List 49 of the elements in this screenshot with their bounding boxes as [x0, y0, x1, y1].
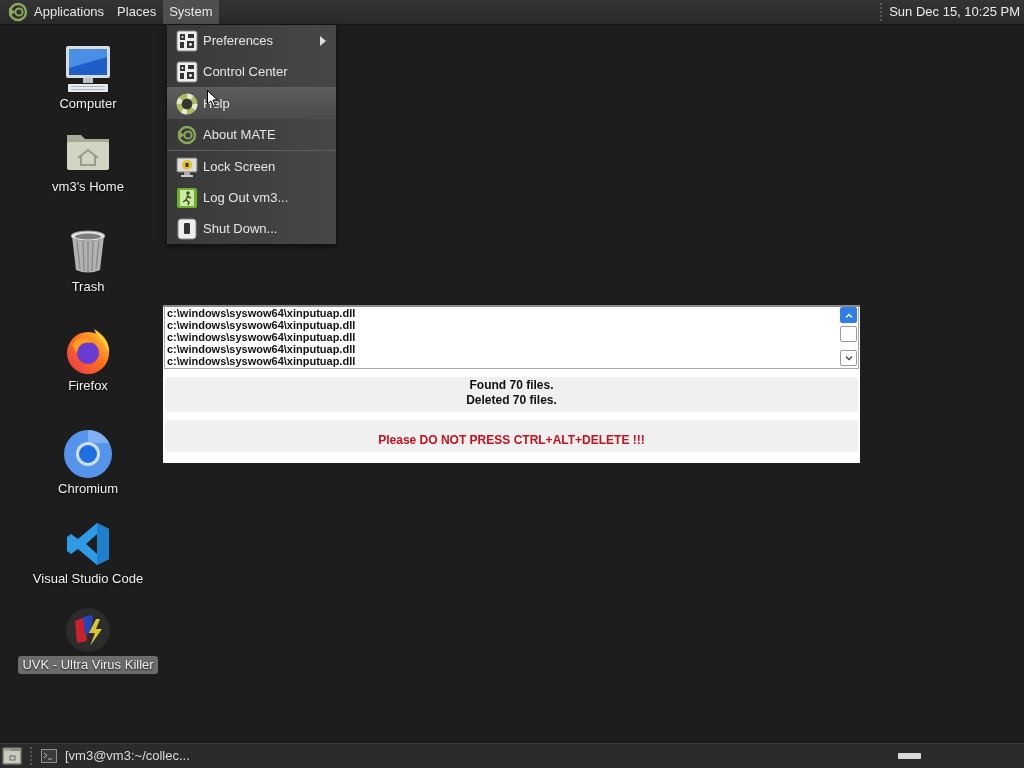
ribbon-logo-icon[interactable]: [66, 522, 110, 566]
menu-item[interactable]: Preferences: [167, 25, 336, 56]
home-folder-icon[interactable]: [66, 132, 110, 172]
logo-icon: [176, 123, 198, 146]
terminal-window-icon: [41, 749, 57, 763]
desktop-icon-label[interactable]: UVK - Ultra Virus Killer: [18, 656, 158, 674]
scroll-up-button[interactable]: [840, 307, 857, 323]
panel-menu-button[interactable]: Places: [111, 0, 164, 24]
ring-disc-icon[interactable]: [63, 429, 113, 479]
clock-text: Sun Dec 15, 10:25 PM: [889, 3, 1021, 21]
lifebuoy-icon: [176, 92, 198, 115]
menu-item[interactable]: Lock Screen: [167, 151, 336, 182]
file-path-text: c:\windows\syswow64\xinputuap.dll: [167, 331, 357, 343]
status-text: Deleted 70 files.: [465, 393, 558, 408]
colored-disc-icon[interactable]: [65, 607, 111, 653]
panel-menu-button[interactable]: Applications: [28, 0, 112, 24]
monitor-padlock-icon: [176, 155, 198, 178]
chevron-up-icon: [844, 312, 853, 318]
desktop-icon-label[interactable]: Trash: [67, 278, 109, 296]
taskbar-window-button[interactable]: [vm3@vm3:~/collec...: [39, 744, 192, 768]
file-path-text: c:\windows\syswow64\xinputuap.dll: [167, 319, 357, 331]
monitor-icon[interactable]: [63, 44, 113, 94]
panel-menu-button[interactable]: System: [163, 0, 220, 24]
file-path-text: c:\windows\syswow64\xinputuap.dll: [167, 307, 357, 319]
desktop-icon-label[interactable]: Firefox: [64, 377, 112, 395]
trash-can-icon[interactable]: [68, 229, 108, 275]
menu-item[interactable]: Shut Down...: [167, 213, 336, 244]
menu-item[interactable]: About MATE: [167, 119, 336, 150]
desktop-icon-label[interactable]: vm3's Home: [48, 178, 128, 196]
menu-item[interactable]: Control Center: [167, 56, 336, 87]
file-path-text: c:\windows\syswow64\xinputuap.dll: [167, 355, 357, 367]
settings-panel-icon: [176, 60, 198, 83]
desktop-icon-label[interactable]: Visual Studio Code: [28, 570, 148, 588]
workspace-switcher[interactable]: [898, 753, 921, 759]
flame-globe-icon[interactable]: [64, 327, 112, 375]
settings-panel-icon: [176, 29, 198, 52]
scrollbar-thumb[interactable]: [840, 326, 857, 342]
chevron-down-icon: [844, 355, 853, 361]
file-path-text: c:\windows\syswow64\xinputuap.dll: [167, 343, 357, 355]
scroll-down-button[interactable]: [840, 350, 857, 366]
menu-item[interactable]: Log Out vm3...: [167, 182, 336, 213]
warning-text: Please DO NOT PRESS CTRL+ALT+DELETE !!!: [377, 432, 646, 448]
status-text: Found 70 files.: [468, 378, 555, 393]
power-switch-icon: [176, 217, 198, 240]
show-desktop-icon[interactable]: [2, 747, 22, 765]
desktop-icon-label[interactable]: Chromium: [54, 480, 122, 498]
desktop-icon-label[interactable]: Computer: [55, 95, 121, 113]
logo-icon[interactable]: [8, 2, 28, 22]
running-person-icon: [176, 186, 198, 209]
